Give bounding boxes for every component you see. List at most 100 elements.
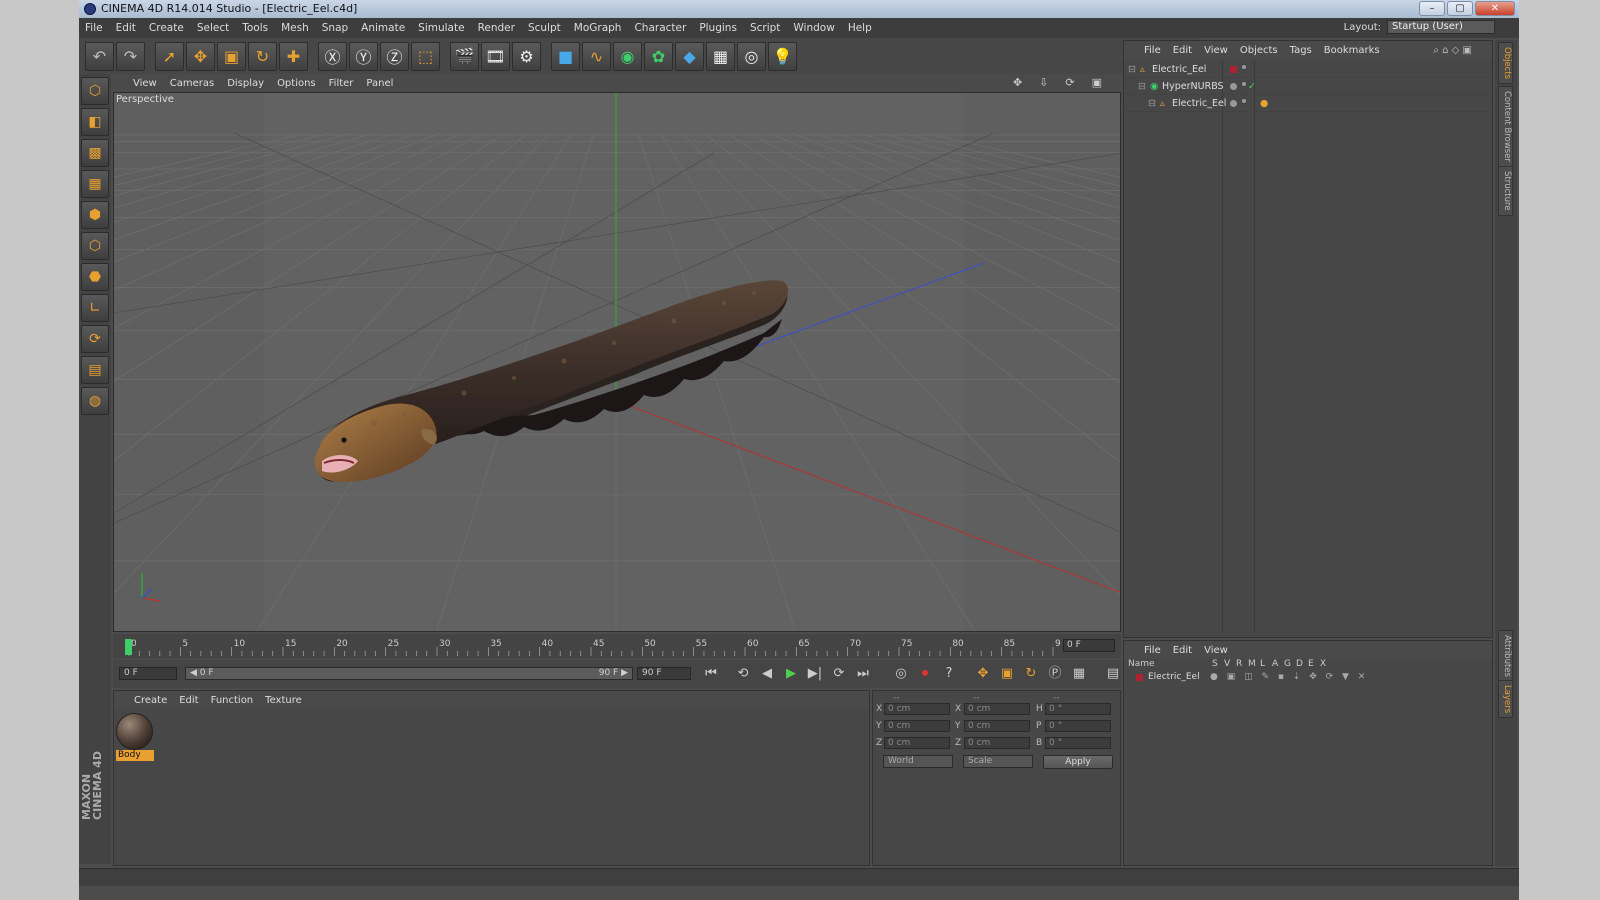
menu-file[interactable]: File bbox=[85, 22, 103, 34]
viewport-layout-icon[interactable]: ▣ bbox=[1092, 76, 1102, 89]
floor-icon[interactable]: ▦ bbox=[706, 41, 735, 71]
go-to-start-button[interactable]: ⏮ bbox=[701, 664, 721, 684]
make-editable-icon[interactable]: ⬡ bbox=[81, 77, 109, 105]
close-button[interactable]: ✕ bbox=[1475, 1, 1515, 16]
viewport-menu-panel[interactable]: Panel bbox=[366, 78, 393, 89]
material-preview-sphere[interactable] bbox=[116, 713, 153, 750]
key-point-level-icon[interactable]: ▦ bbox=[1069, 664, 1089, 684]
redo-icon[interactable]: ↷ bbox=[116, 41, 145, 71]
material-menu-texture[interactable]: Texture bbox=[265, 695, 302, 706]
axis-icon[interactable]: ∟ bbox=[81, 294, 109, 322]
prev-frame-button[interactable]: ◀ bbox=[757, 664, 777, 684]
end-frame-field[interactable]: 90 F bbox=[637, 667, 691, 680]
scale-mode-dropdown[interactable]: Scale bbox=[963, 755, 1033, 768]
viewport-rotate-icon[interactable]: ⟳ bbox=[1065, 76, 1074, 89]
layer-menu-file[interactable]: File bbox=[1144, 645, 1161, 656]
layer-col-x[interactable]: X bbox=[1320, 659, 1326, 669]
current-frame-field[interactable]: 0 F bbox=[1063, 639, 1115, 652]
snap-icon[interactable]: ⟳ bbox=[81, 325, 109, 353]
next-key-button[interactable]: ⟳ bbox=[829, 664, 849, 684]
layer-color-swatch[interactable] bbox=[1136, 674, 1143, 681]
menu-script[interactable]: Script bbox=[750, 22, 780, 34]
model-mode-icon[interactable]: ◧ bbox=[81, 108, 109, 136]
layer-menu-edit[interactable]: Edit bbox=[1173, 645, 1192, 656]
menu-tools[interactable]: Tools bbox=[242, 22, 268, 34]
layout-dropdown[interactable]: Startup (User) bbox=[1387, 20, 1495, 34]
enabled-check-icon[interactable]: ✓ bbox=[1248, 78, 1256, 95]
keyframe-help-icon[interactable]: ? bbox=[939, 664, 959, 684]
apply-button[interactable]: Apply bbox=[1043, 755, 1113, 769]
size-x-field[interactable]: 0 cm bbox=[964, 703, 1030, 715]
key-param-icon[interactable]: Ⓟ bbox=[1045, 664, 1065, 684]
workplane-icon[interactable]: ▦ bbox=[81, 170, 109, 198]
timeline[interactable]: 051015202530354045505560657075808590 0 F bbox=[113, 634, 1121, 658]
side-tab-layers[interactable]: Layers bbox=[1498, 680, 1513, 719]
menu-edit[interactable]: Edit bbox=[116, 22, 136, 34]
layer-col-d[interactable]: D bbox=[1296, 659, 1303, 669]
grid-snap-icon[interactable]: ▤ bbox=[81, 356, 109, 384]
material-menu-create[interactable]: Create bbox=[134, 695, 167, 706]
menu-mograph[interactable]: MoGraph bbox=[574, 22, 622, 34]
lock-x-icon[interactable]: Ⓧ bbox=[318, 41, 347, 71]
material-menu-edit[interactable]: Edit bbox=[179, 695, 198, 706]
frame-range-slider[interactable]: ◀ 0 F 90 F ▶ bbox=[185, 667, 633, 680]
prev-key-button[interactable]: ⟲ bbox=[733, 664, 753, 684]
key-scale-icon[interactable]: ▣ bbox=[997, 664, 1017, 684]
edges-mode-icon[interactable]: ⬡ bbox=[81, 232, 109, 260]
material-menu-function[interactable]: Function bbox=[211, 695, 254, 706]
live-select-icon[interactable]: ➚ bbox=[155, 41, 184, 71]
menu-character[interactable]: Character bbox=[634, 22, 686, 34]
size-y-field[interactable]: 0 cm bbox=[964, 720, 1030, 732]
tree-expand-icon[interactable]: ⊟ bbox=[1128, 61, 1136, 78]
layer-col-l[interactable]: L bbox=[1260, 659, 1265, 669]
key-rotate-icon[interactable]: ↻ bbox=[1021, 664, 1041, 684]
layer-col-a[interactable]: A bbox=[1272, 659, 1278, 669]
render-dot-icon[interactable] bbox=[1242, 99, 1246, 103]
menu-render[interactable]: Render bbox=[478, 22, 515, 34]
rotation-b-field[interactable]: 0 ° bbox=[1045, 737, 1111, 749]
texture-mode-icon[interactable]: ▩ bbox=[81, 139, 109, 167]
side-tab-objects[interactable]: Objects bbox=[1498, 42, 1513, 85]
points-mode-icon[interactable]: ⬢ bbox=[81, 201, 109, 229]
side-tab-structure[interactable]: Structure bbox=[1498, 166, 1513, 216]
tree-expand-icon[interactable]: ⊟ bbox=[1138, 78, 1146, 95]
layer-color-icon[interactable] bbox=[1230, 66, 1237, 73]
maximize-button[interactable]: ▢ bbox=[1447, 1, 1473, 16]
layer-col-m[interactable]: M bbox=[1248, 659, 1256, 669]
layer-col-name[interactable]: Name bbox=[1128, 659, 1155, 669]
rotation-h-field[interactable]: 0 ° bbox=[1045, 703, 1111, 715]
visibility-dot-icon[interactable] bbox=[1230, 100, 1237, 107]
menu-simulate[interactable]: Simulate bbox=[418, 22, 464, 34]
menu-window[interactable]: Window bbox=[793, 22, 834, 34]
deformer-icon[interactable]: ◆ bbox=[675, 41, 704, 71]
cube-object-icon[interactable]: ■ bbox=[551, 41, 580, 71]
minimize-button[interactable]: – bbox=[1419, 1, 1445, 16]
go-to-end-button[interactable]: ⏭ bbox=[853, 664, 873, 684]
object-name[interactable]: Electric_Eel bbox=[1152, 61, 1206, 78]
render-view-icon[interactable]: 🎬 bbox=[450, 41, 479, 71]
playhead[interactable] bbox=[125, 639, 132, 655]
viewport-menu-options[interactable]: Options bbox=[277, 78, 316, 89]
render-dot-icon[interactable] bbox=[1242, 65, 1246, 69]
menu-mesh[interactable]: Mesh bbox=[281, 22, 309, 34]
move-icon[interactable]: ✥ bbox=[186, 41, 215, 71]
object-menu-view[interactable]: View bbox=[1204, 45, 1228, 56]
visibility-dot-icon[interactable] bbox=[1230, 83, 1237, 90]
object-menu-objects[interactable]: Objects bbox=[1240, 45, 1278, 56]
side-tab-attributes[interactable]: Attributes bbox=[1498, 630, 1513, 682]
position-x-field[interactable]: 0 cm bbox=[884, 703, 950, 715]
next-frame-button[interactable]: ▶| bbox=[805, 664, 825, 684]
spline-icon[interactable]: ∿ bbox=[582, 41, 611, 71]
position-z-field[interactable]: 0 cm bbox=[884, 737, 950, 749]
rotation-p-field[interactable]: 0 ° bbox=[1045, 720, 1111, 732]
layer-col-r[interactable]: R bbox=[1236, 659, 1242, 669]
nurbs-icon[interactable]: ◉ bbox=[613, 41, 642, 71]
object-row[interactable]: ⊟ ◉ HyperNURBS ✓ bbox=[1124, 78, 1494, 95]
menu-animate[interactable]: Animate bbox=[361, 22, 405, 34]
rotate-icon[interactable]: ↻ bbox=[248, 41, 277, 71]
render-settings-icon[interactable]: ⚙ bbox=[512, 41, 541, 71]
layer-col-e[interactable]: E bbox=[1308, 659, 1314, 669]
viewport-move-icon[interactable]: ✥ bbox=[1013, 76, 1022, 89]
key-move-icon[interactable]: ✥ bbox=[973, 664, 993, 684]
perspective-viewport[interactable]: Perspective bbox=[113, 92, 1121, 632]
